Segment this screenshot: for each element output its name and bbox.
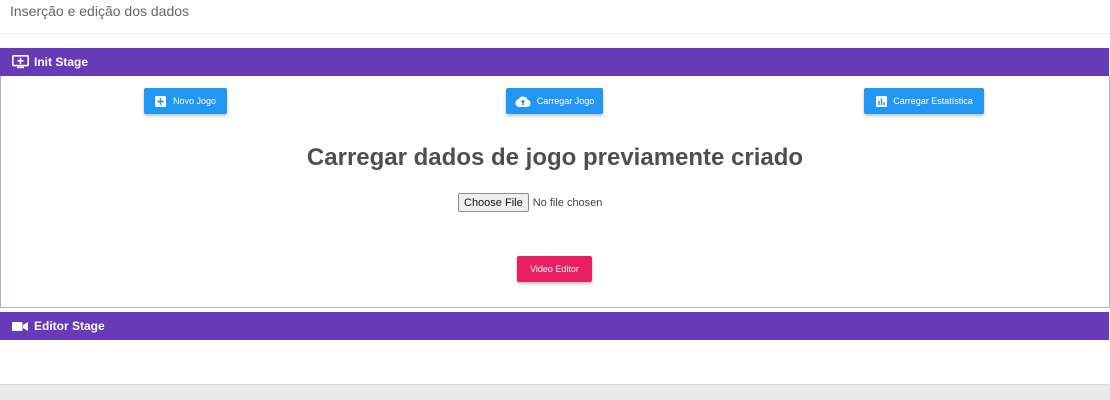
page-title: Inserção e edição dos dados [10, 3, 190, 19]
editor-stage-header[interactable]: Editor Stage [0, 312, 1109, 340]
carregar-jogo-label: Carregar Jogo [536, 96, 595, 106]
carregar-estatistica-button[interactable]: Carregar Estatística [864, 88, 984, 114]
file-input[interactable]: Choose File No file chosen [458, 193, 602, 212]
page: Inserção e edição dos dados Init Stage N… [0, 0, 1110, 385]
monitor-add-icon [12, 55, 29, 69]
videocam-icon [12, 319, 29, 333]
editor-stage-title: Editor Stage [34, 319, 105, 333]
add-box-icon [155, 95, 167, 107]
load-game-heading: Carregar dados de jogo previamente criad… [306, 144, 804, 171]
init-stage-title: Init Stage [34, 55, 89, 69]
novo-jogo-label: Novo Jogo [172, 96, 217, 106]
choose-file-button[interactable]: Choose File [458, 193, 529, 212]
bar-chart-icon [875, 95, 887, 107]
init-stage-panel: Novo Jogo Carregar Jogo Carregar Estatís… [0, 76, 1110, 308]
novo-jogo-button[interactable]: Novo Jogo [144, 88, 227, 114]
init-stage-header[interactable]: Init Stage [0, 48, 1109, 76]
cloud-upload-icon [515, 95, 531, 107]
page-header: Inserção e edição dos dados [0, 0, 1110, 34]
file-status-text: No file chosen [532, 196, 603, 209]
carregar-jogo-button[interactable]: Carregar Jogo [506, 88, 603, 114]
carregar-estatistica-label: Carregar Estatística [893, 96, 973, 106]
video-editor-button[interactable]: Video Editor [517, 256, 592, 282]
